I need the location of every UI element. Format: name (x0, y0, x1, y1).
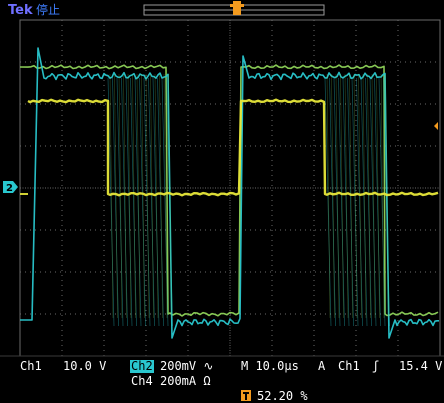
trigger-source-label[interactable]: Ch1 (338, 359, 360, 373)
ch2-ground-label: 2 (6, 183, 13, 194)
run-state-label: 停止 (36, 2, 60, 17)
oscilloscope-screen: Tek 停止 2 Ch1 10.0 V Ch2 200mV ∿ M 10.0μs… (0, 0, 444, 403)
timebase-label[interactable]: M 10.0μs (241, 359, 299, 373)
trigger-percent-icon (241, 390, 251, 401)
trigger-percent-label: 52.20 % (257, 389, 308, 403)
ch1-label: Ch1 (20, 359, 42, 373)
trigger-slope-icon: ʃ (372, 359, 379, 373)
ch2-label: Ch2 (131, 359, 153, 373)
status-bar: Ch1 10.0 V Ch2 200mV ∿ M 10.0μs A Ch1 ʃ … (0, 355, 444, 403)
trigger-level-label[interactable]: 15.4 V (399, 359, 442, 373)
brand-label: Tek (8, 3, 33, 18)
ch4-scale[interactable]: 200mA Ω (160, 374, 211, 388)
trigger-mode-label: A (318, 359, 326, 373)
ch2-scale[interactable]: 200mV ∿ (160, 359, 213, 373)
ch1-scale[interactable]: 10.0 V (63, 359, 106, 373)
ch4-label: Ch4 (131, 374, 153, 388)
